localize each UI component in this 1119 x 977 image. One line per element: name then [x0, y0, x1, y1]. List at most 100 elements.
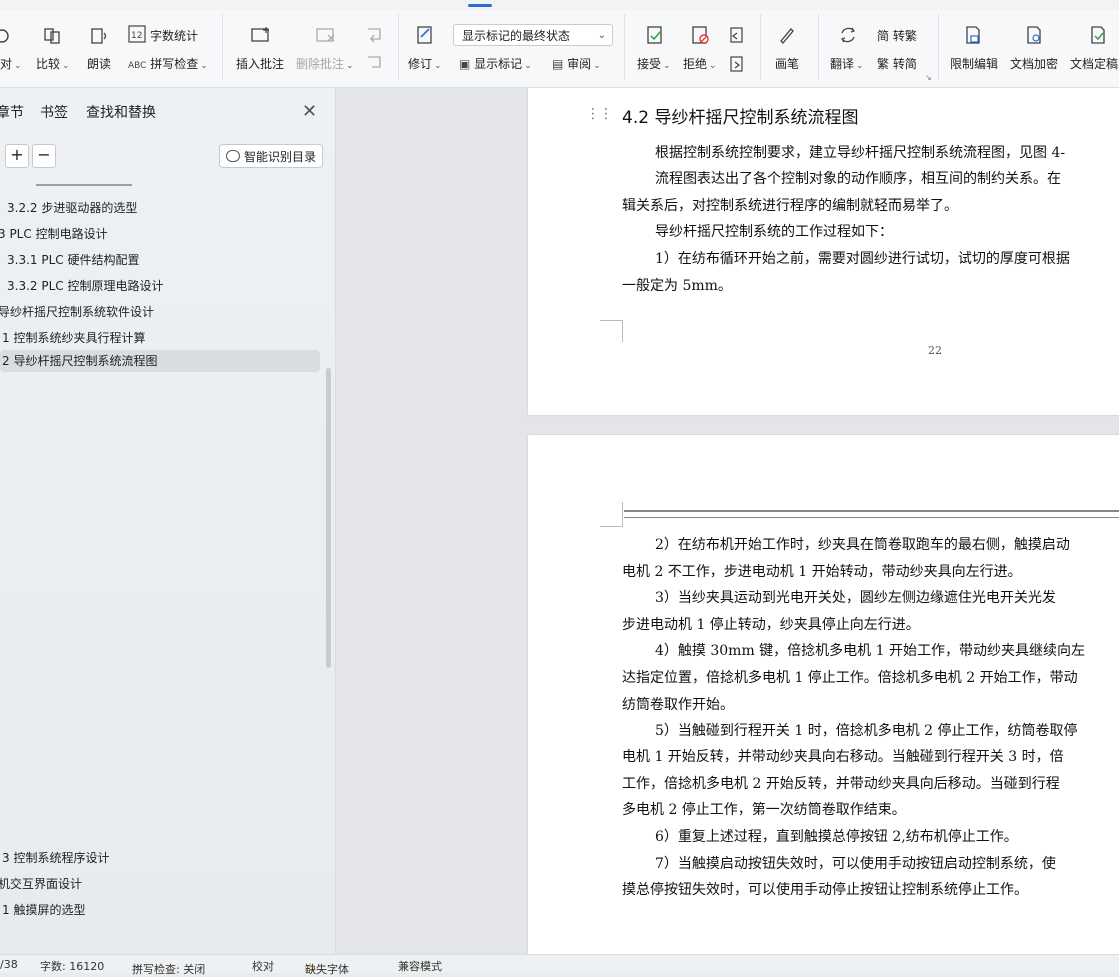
review-pane-button[interactable]: ▤ 审阅 ⌄: [552, 55, 601, 72]
markup-display-select[interactable]: 显示标记的最终状态 ⌄: [453, 24, 613, 46]
toc-item[interactable]: 机交互界面设计: [0, 875, 82, 892]
proofread-icon: [0, 29, 9, 43]
dialog-launcher-icon[interactable]: ↘: [925, 73, 932, 82]
next-comment-icon[interactable]: [365, 54, 383, 74]
translate-icon: [841, 27, 855, 43]
body-line: 6）重复上述过程，直到触摸总停按钮 2,纺布机停止工作。: [655, 829, 1018, 845]
body-line: 摸总停按钮失效时，可以使用手动停止按钮让控制系统停止工作。: [622, 882, 1028, 898]
compare-icon: [44, 28, 60, 44]
revise-icon: [417, 26, 432, 44]
smart-toc-button[interactable]: 智能识别目录: [219, 144, 323, 168]
restrict-edit-button[interactable]: 限制编辑: [950, 55, 998, 72]
word-count-icon: 12: [128, 25, 146, 43]
pen-button[interactable]: 画笔: [775, 55, 799, 72]
toc-item[interactable]: 导纱杆摇尺控制系统软件设计: [0, 303, 154, 320]
crop-mark: [600, 502, 623, 527]
expand-all-button[interactable]: +: [5, 144, 29, 168]
header-rule: [624, 510, 1119, 518]
body-line: 7）当触摸启动按钮失效时，可以使用手动按钮启动控制系统，使: [655, 856, 1056, 872]
spell-check-status[interactable]: 拼写检查: 关闭 ⌄: [132, 958, 205, 976]
toc-item-selected[interactable]: 2 导纱杆摇尺控制系统流程图: [0, 350, 320, 372]
doc-final-button[interactable]: 文档定稿: [1070, 55, 1118, 72]
pen-icon: [780, 28, 794, 44]
read-aloud-button[interactable]: 朗读: [87, 55, 111, 72]
accept-button[interactable]: 接受 ⌄: [637, 55, 671, 72]
body-line: 5）当触碰到行程开关 1 时，倍捻机多电机 2 停止工作，纺筒卷取停: [655, 723, 1078, 739]
delete-comment-button[interactable]: 删除批注 ⌄: [296, 55, 354, 72]
nav-scrollbar[interactable]: [326, 368, 331, 668]
toc-item[interactable]: 1 控制系统纱夹具行程计算: [2, 329, 145, 346]
body-line: 纺筒卷取作开始。: [622, 697, 734, 713]
proofread-button[interactable]: 对 ⌄: [0, 55, 22, 72]
prev-change-icon[interactable]: [728, 25, 746, 45]
body-line: 导纱杆摇尺控制系统的工作过程如下：: [655, 224, 893, 240]
translate-button[interactable]: 翻译 ⌄: [830, 55, 864, 72]
tab-chapters[interactable]: 章节: [0, 102, 24, 122]
svg-text:12: 12: [131, 31, 142, 41]
partial-item: [36, 184, 132, 186]
separator: [818, 14, 819, 80]
body-line: 3）当纱夹具运动到光电开关处，圆纱左侧边缘遮住光电开关光发: [655, 590, 1056, 606]
tab-bookmarks[interactable]: 书签: [40, 102, 68, 122]
body-line: 一般定为 5mm。: [622, 278, 732, 294]
doc-encrypt-button[interactable]: 文档加密: [1010, 55, 1058, 72]
document-area: ⋮⋮ 4.2 导纱杆摇尺控制系统流程图 根据控制系统控制要求，建立导纱杆摇尺控制…: [336, 88, 1119, 954]
delete-comment-icon: [316, 28, 335, 42]
separator: [760, 14, 761, 80]
body-line: 辑关系后，对控制系统进行程序的编制就轻而易举了。: [622, 198, 958, 214]
body-line: 步进电动机 1 停止转动，纱夹具停止向左行进。: [622, 617, 920, 633]
accept-icon: [647, 26, 662, 44]
toc-item[interactable]: 3.2.2 步进驱动器的选型: [7, 199, 137, 216]
revise-button[interactable]: 修订 ⌄: [408, 55, 442, 72]
read-aloud-icon: [91, 28, 107, 44]
insert-comment-button[interactable]: 插入批注: [236, 55, 284, 72]
body-line: 2）在纺布机开始工作时，纱夹具在筒卷取跑车的最右侧，触摸启动: [655, 537, 1070, 553]
separator: [624, 14, 625, 80]
ribbon-toolbar: 对 ⌄ 比较 ⌄ 朗读 12 字数统计 ABC 拼写检查 ⌄ 插入批注 删除批注 ⌄ 修…: [0, 0, 1119, 88]
tab-strip: [0, 0, 1119, 10]
toc-item[interactable]: 1 触摸屏的选型: [2, 901, 85, 918]
body-line: 流程图表达出了各个控制对象的动作顺序，相互间的制约关系。在: [655, 171, 1061, 187]
body-line: 多电机 2 停止工作，第一次纺筒卷取作结束。: [622, 802, 906, 818]
body-line: 达指定位置，倍捻机多电机 1 停止工作。倍捻机多电机 2 开始工作，带动: [622, 670, 1078, 686]
finalize-icon: [1091, 26, 1105, 44]
body-line: 根据控制系统控制要求，建立导纱杆摇尺控制系统流程图，见图 4-: [655, 145, 1066, 161]
compare-button[interactable]: 比较 ⌄: [36, 55, 70, 72]
spell-check-button[interactable]: ABC 拼写检查 ⌄: [128, 55, 208, 72]
to-simplified-button[interactable]: 繁 转简: [877, 55, 917, 72]
status-bar: /38 字数: 16120 拼写检查: 关闭 ⌄ 校对 ⚠ 缺失字体 兼容模式: [0, 954, 1119, 976]
insert-comment-icon: [251, 27, 269, 42]
separator: [938, 14, 939, 80]
toc-item[interactable]: 3 控制系统程序设计: [2, 849, 109, 866]
separator: [222, 14, 223, 80]
body-line: 4）触摸 30mm 键，倍捻机多电机 1 开始工作，带动纱夹具继续向左: [655, 643, 1085, 659]
page-indicator[interactable]: /38: [0, 958, 18, 971]
crop-mark: [600, 320, 622, 322]
body-line: 电机 2 不工作，步进电动机 1 开始转动，带动纱夹具向左行进。: [622, 564, 1022, 580]
tab-find-replace[interactable]: 查找和替换: [86, 102, 156, 122]
active-tab-indicator: [468, 4, 492, 7]
word-count-button[interactable]: 字数统计: [150, 27, 198, 44]
to-traditional-button[interactable]: 简 转繁: [877, 27, 917, 44]
show-markup-button[interactable]: ▣ 显示标记 ⌄: [459, 55, 532, 72]
prev-comment-icon[interactable]: [365, 26, 383, 46]
reject-icon: [692, 26, 709, 44]
page-number: 22: [928, 344, 942, 357]
close-icon[interactable]: ✕: [302, 101, 317, 122]
navigation-pane: 章节 书签 查找和替换 ✕ + − 智能识别目录 3.2.2 步进驱动器的选型 …: [0, 88, 336, 954]
toc-item[interactable]: 3 PLC 控制电路设计: [0, 225, 108, 242]
next-change-icon[interactable]: [728, 54, 746, 74]
smart-toc-icon: [226, 150, 240, 162]
toc-item[interactable]: 3.3.1 PLC 硬件结构配置: [7, 251, 139, 268]
section-heading: 4.2 导纱杆摇尺控制系统流程图: [622, 108, 859, 128]
body-line: 1）在纺布循环开始之前，需要对圆纱进行试切，试切的厚度可根据: [655, 251, 1070, 267]
body-line: 工作，倍捻机多电机 2 开始反转，并带动纱夹具向后移动。当碰到行程: [622, 776, 1060, 792]
toc-item[interactable]: 3.3.2 PLC 控制原理电路设计: [7, 277, 163, 294]
separator: [398, 14, 399, 80]
restrict-edit-icon: [966, 26, 980, 44]
body-line: 电机 1 开始反转，并带动纱夹具向右移动。当触碰到行程开关 3 时，倍: [622, 749, 1064, 765]
collapse-all-button[interactable]: −: [32, 144, 56, 168]
crop-mark: [600, 320, 623, 342]
reject-button[interactable]: 拒绝 ⌄: [683, 55, 717, 72]
drag-handle-icon[interactable]: ⋮⋮: [586, 106, 613, 122]
